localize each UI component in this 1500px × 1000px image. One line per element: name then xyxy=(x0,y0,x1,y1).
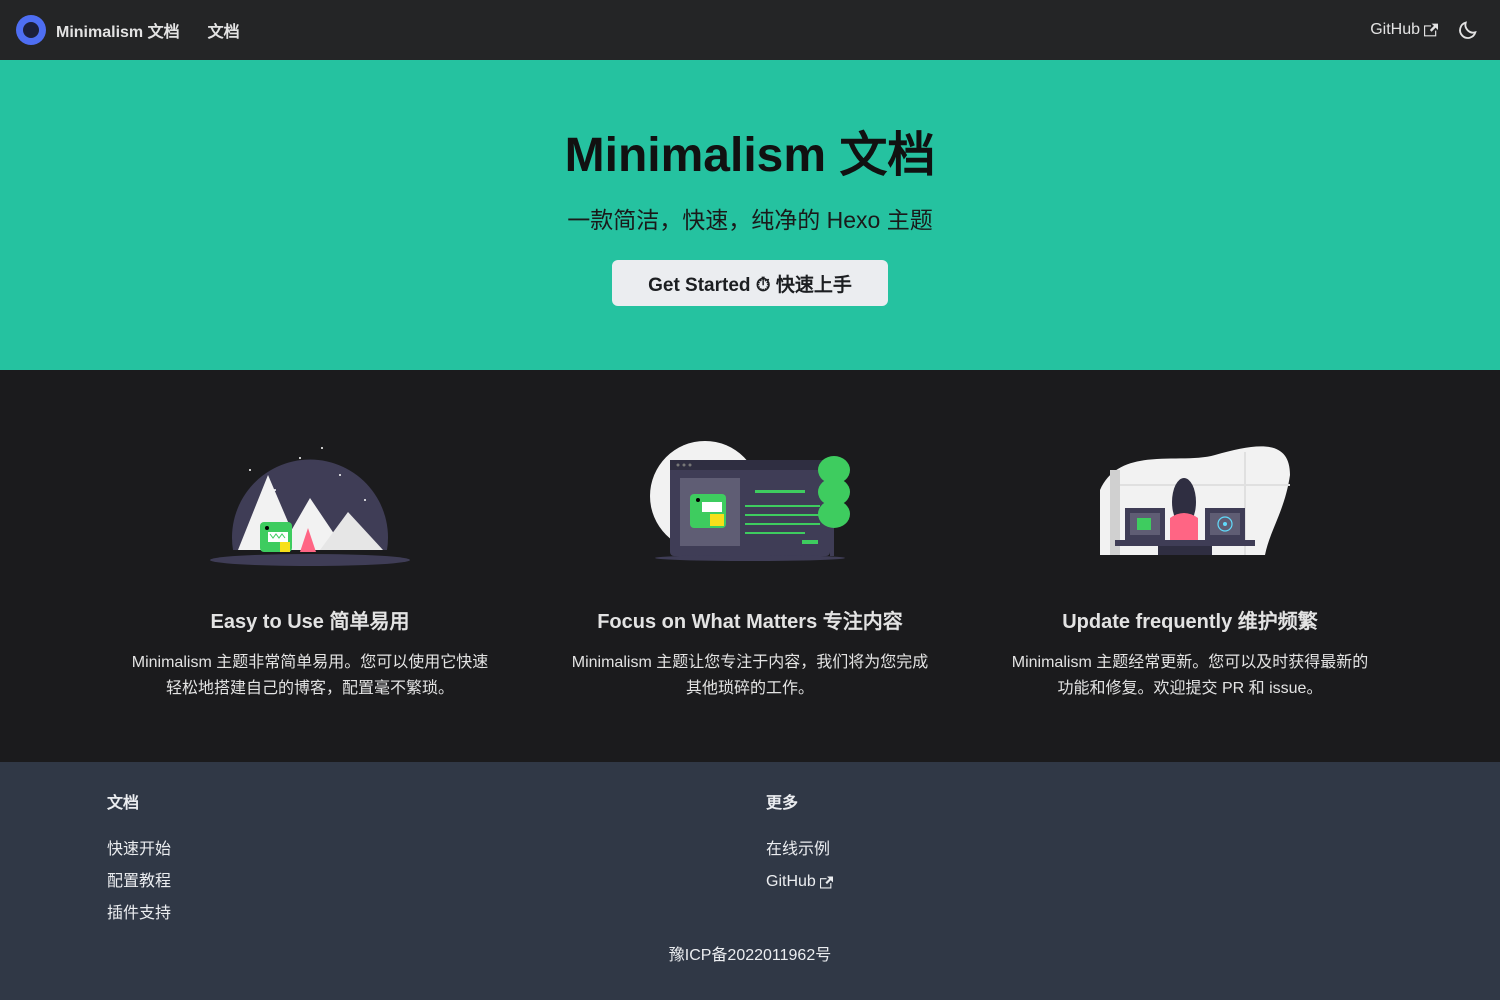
brand-link[interactable]: Minimalism 文档 xyxy=(16,15,180,45)
desktop-illustration xyxy=(650,441,850,561)
theme-toggle-button[interactable] xyxy=(1452,14,1484,46)
moon-icon xyxy=(1459,21,1477,39)
feature-description: Minimalism 主题经常更新。您可以及时获得最新的功能和修复。欢迎提交 P… xyxy=(1011,654,1369,697)
brand-title: Minimalism 文档 xyxy=(56,24,180,41)
navbar: Minimalism 文档 文档 GitHub xyxy=(0,0,1500,60)
footer-link-config[interactable]: 配置教程 xyxy=(107,866,171,898)
footer-col-docs: 文档 快速开始 配置教程 插件支持 xyxy=(107,792,171,930)
external-link-icon xyxy=(1424,23,1438,37)
feature-title: Focus on What Matters 专注内容 xyxy=(597,611,903,633)
feature-description: Minimalism 主题非常简单易用。您可以使用它快速轻松地搭建自己的博客，配… xyxy=(131,654,489,697)
navbar-right: GitHub xyxy=(1370,14,1484,46)
footer-link-github[interactable]: GitHub xyxy=(766,866,833,898)
hero-subtitle: 一款简洁，快速，纯净的 Hexo 主题 xyxy=(567,207,933,233)
features-section: Easy to Use 简单易用 Minimalism 主题非常简单易用。您可以… xyxy=(0,370,1500,762)
developer-illustration xyxy=(1100,446,1290,555)
footer-col-more: 更多 在线示例 GitHub xyxy=(766,792,833,898)
footer-link-quick-start[interactable]: 快速开始 xyxy=(107,834,171,866)
feature-title: Update frequently 维护频繁 xyxy=(1062,611,1318,633)
hero-title: Minimalism 文档 xyxy=(564,129,936,182)
icp-license-link[interactable]: 豫ICP备2022011962号 xyxy=(0,944,1500,968)
get-started-button[interactable]: Get Started ⏱ 快速上手 xyxy=(612,260,888,306)
nav-link-docs[interactable]: 文档 xyxy=(208,18,240,42)
footer-heading-more: 更多 xyxy=(766,795,799,812)
footer-link-demo[interactable]: 在线示例 xyxy=(766,834,833,866)
mountain-illustration xyxy=(210,447,410,566)
footer-github-label: GitHub xyxy=(766,873,816,890)
external-link-icon xyxy=(819,876,833,889)
feature-title: Easy to Use 简单易用 xyxy=(210,611,410,633)
footer-heading-docs: 文档 xyxy=(107,795,140,812)
nav-github-label: GitHub xyxy=(1370,21,1420,38)
hero-banner: Minimalism 文档 一款简洁，快速，纯净的 Hexo 主题 Get St… xyxy=(0,60,1500,370)
footer: 文档 快速开始 配置教程 插件支持 更多 在线示例 GitHub 豫ICP备20… xyxy=(0,762,1500,1000)
nav-link-github[interactable]: GitHub xyxy=(1370,21,1438,39)
feature-description: Minimalism 主题让您专注于内容，我们将为您完成其他琐碎的工作。 xyxy=(571,654,929,697)
logo-icon xyxy=(16,15,46,45)
footer-link-plugins[interactable]: 插件支持 xyxy=(107,898,171,930)
